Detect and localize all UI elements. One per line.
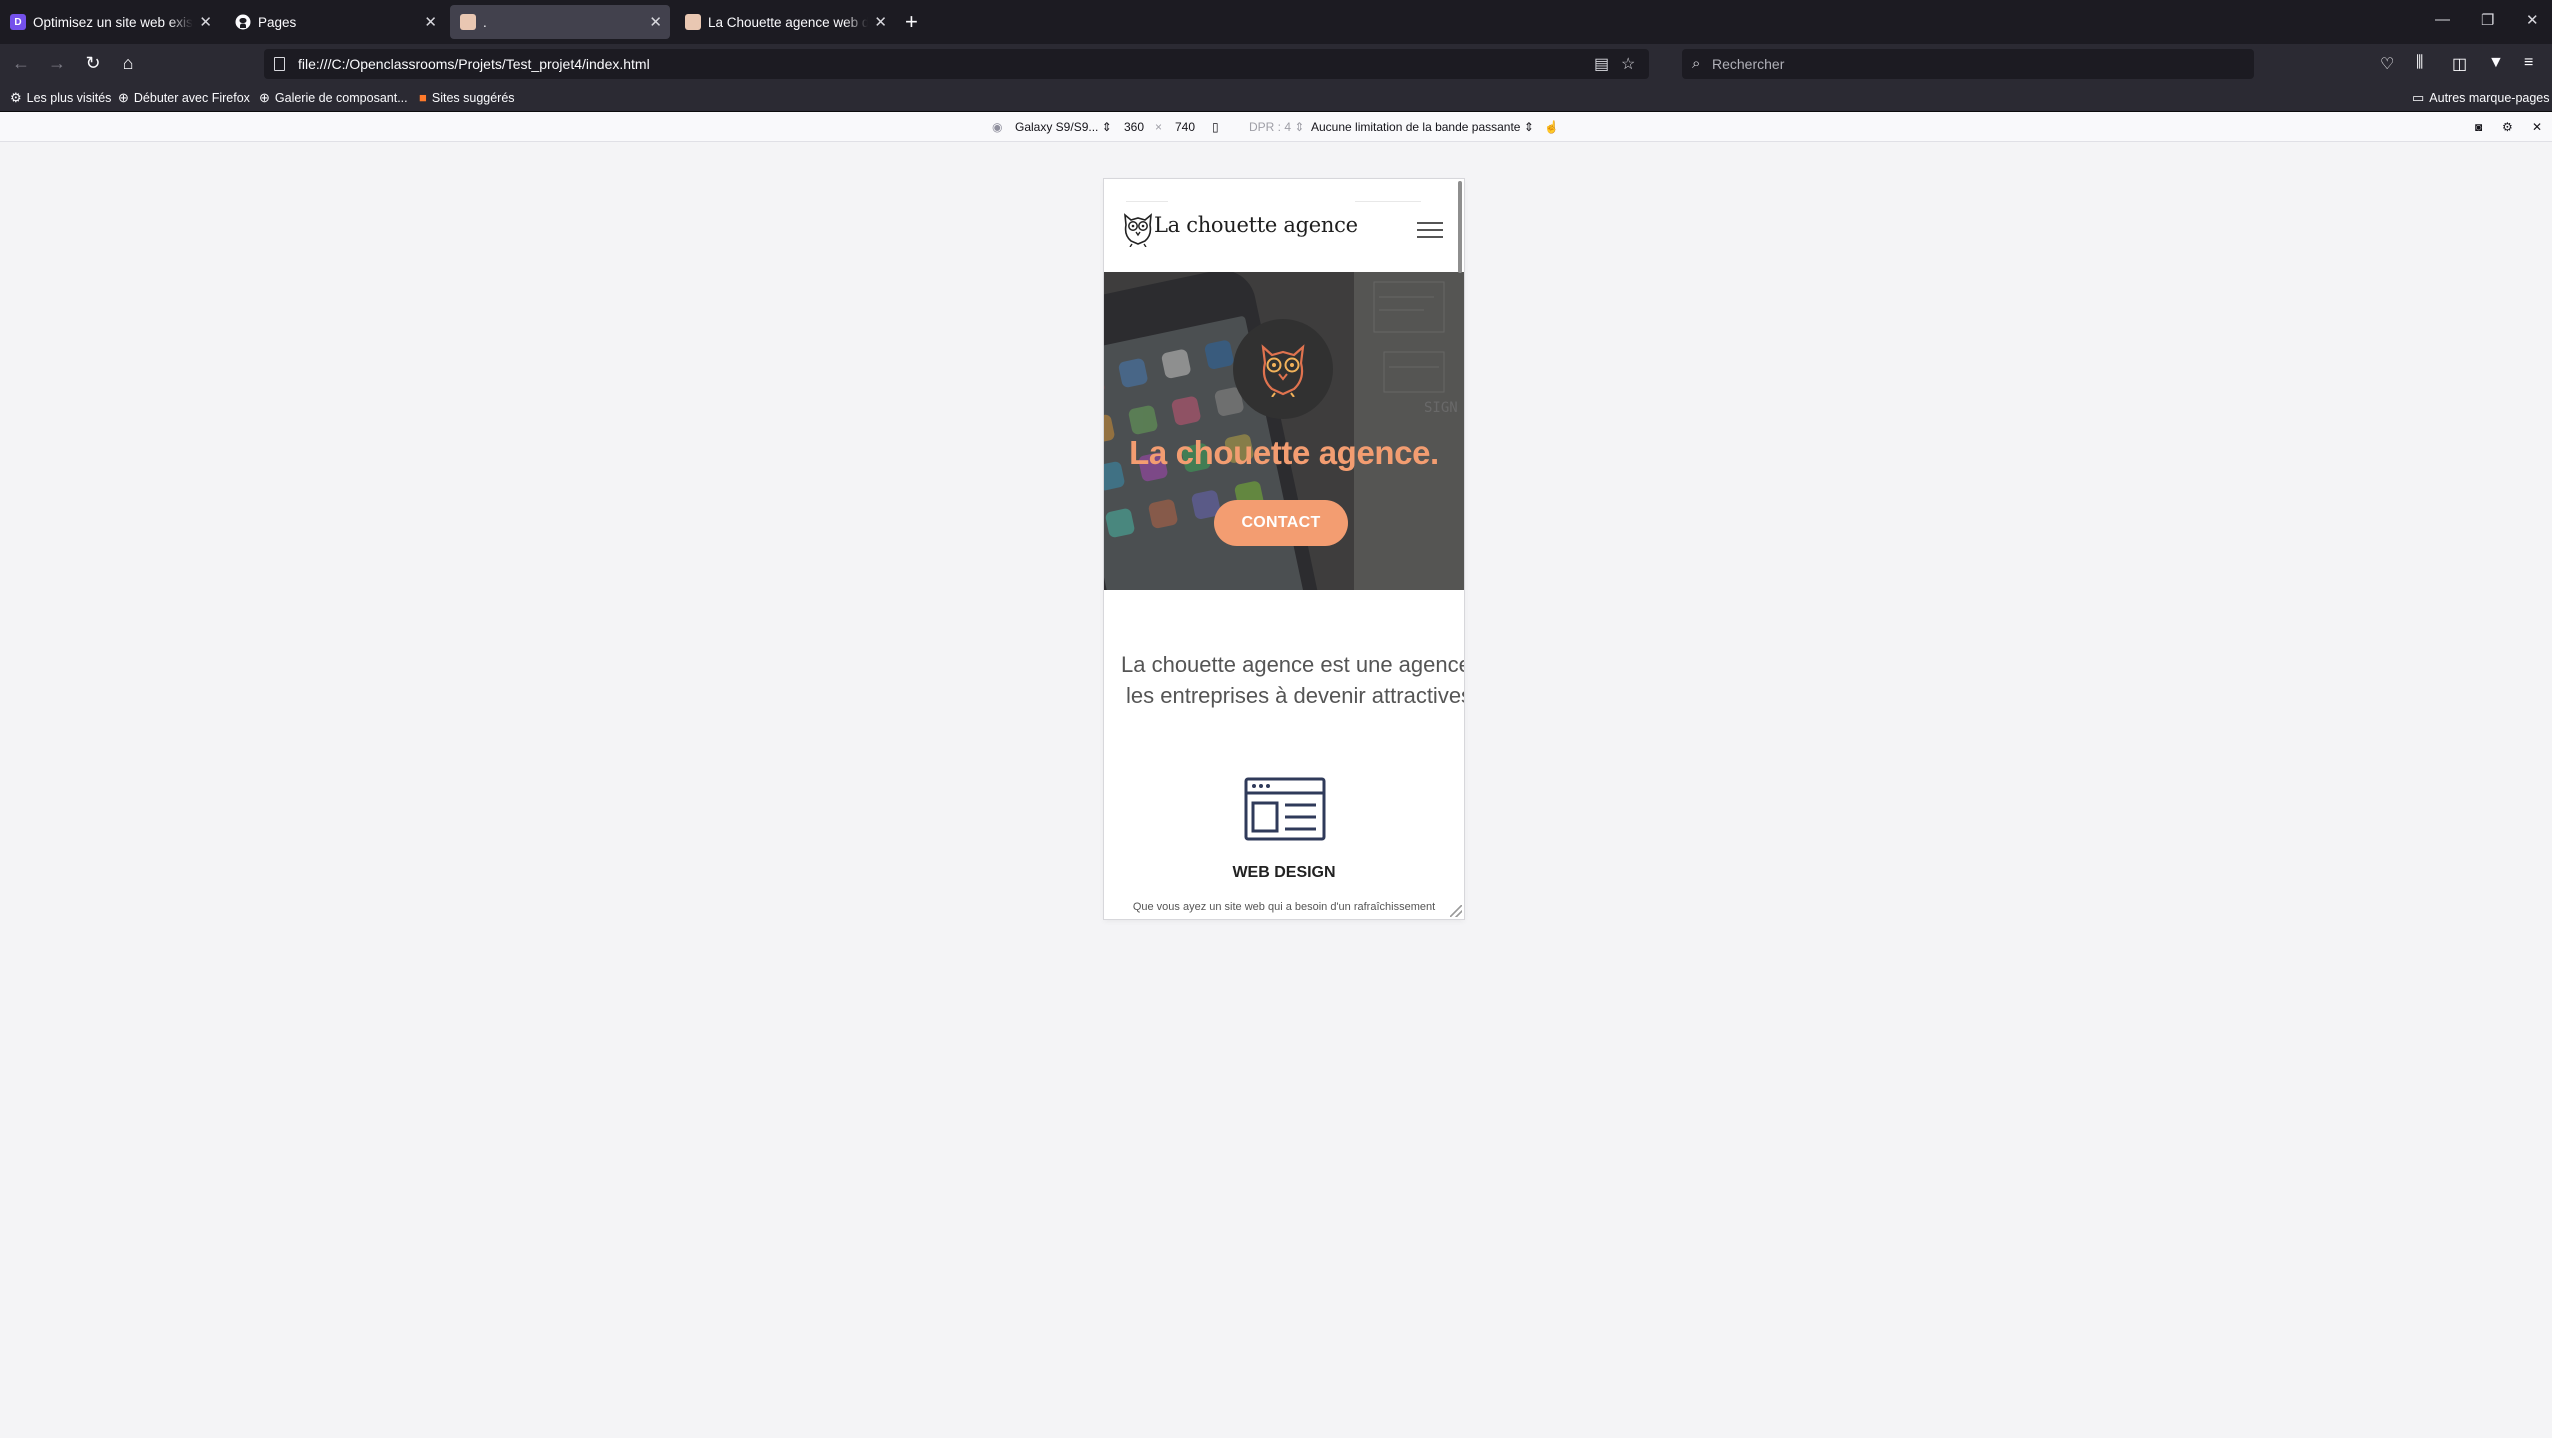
url-text[interactable]: file:///C:/Openclassrooms/Projets/Test_p… bbox=[298, 56, 650, 72]
tab-current-page[interactable]: . ✕ bbox=[450, 5, 670, 39]
restore-icon[interactable]: ❐ bbox=[2481, 11, 2494, 29]
settings-icon[interactable]: ⚙ bbox=[2502, 120, 2513, 134]
device-viewport: La chouette agence SIGN La chouette agen… bbox=[1104, 179, 1464, 919]
reload-icon[interactable]: ↻ bbox=[82, 53, 104, 74]
search-icon: ⌕ bbox=[1692, 55, 1701, 72]
device-selector[interactable]: Galaxy S9/S9... ⇕ bbox=[1015, 120, 1112, 134]
url-bar[interactable]: file:///C:/Openclassrooms/Projets/Test_p… bbox=[264, 49, 1649, 79]
viewport-height-input[interactable]: 740 bbox=[1168, 118, 1202, 136]
bookmark-star-icon[interactable]: ☆ bbox=[1621, 54, 1635, 74]
close-rdm-icon[interactable]: ✕ bbox=[2532, 120, 2542, 134]
device-name: Galaxy S9/S9... bbox=[1015, 120, 1099, 134]
minimize-icon[interactable]: — bbox=[2435, 11, 2450, 28]
web-design-icon bbox=[1244, 777, 1326, 841]
tab-chouette-agence[interactable]: La Chouette agence web design ✕ bbox=[675, 5, 895, 39]
sidebar-icon[interactable]: ◫ bbox=[2452, 54, 2467, 74]
device-icon: ◉ bbox=[992, 120, 1003, 134]
forward-icon[interactable]: → bbox=[46, 53, 68, 74]
dimension-separator: × bbox=[1155, 120, 1163, 134]
owl-logo-icon[interactable] bbox=[1121, 211, 1155, 247]
bookmark-label: Galerie de composant... bbox=[274, 91, 408, 105]
reader-view-icon[interactable]: ▤ bbox=[1594, 54, 1609, 74]
close-tab-icon[interactable]: ✕ bbox=[424, 13, 437, 31]
owl-favicon bbox=[460, 14, 476, 30]
dpr-selector[interactable]: DPR : 4 ⇕ bbox=[1249, 120, 1304, 134]
fire-icon: ■ bbox=[419, 90, 427, 105]
owl-icon bbox=[1261, 344, 1305, 397]
service-title: WEB DESIGN bbox=[1232, 864, 1336, 881]
hero-section: SIGN La chouette agence. CONTACT bbox=[1104, 272, 1464, 590]
rotate-icon[interactable]: ▯ bbox=[1212, 120, 1219, 134]
tab-title: La Chouette agence web design bbox=[708, 14, 868, 30]
tab-strip: D Optimisez un site web existant ✕ Pages… bbox=[0, 0, 2552, 44]
library-icon[interactable]: ⫼ bbox=[2416, 54, 2423, 72]
brand-name[interactable]: La chouette agence bbox=[1154, 213, 1358, 237]
touch-simulation-icon[interactable]: ☝ bbox=[1544, 120, 1559, 134]
bookmark-label: Autres marque-pages bbox=[2429, 91, 2550, 105]
tab-github-pages[interactable]: Pages ✕ bbox=[225, 5, 445, 39]
close-tab-icon[interactable]: ✕ bbox=[874, 13, 887, 31]
header-divider bbox=[1355, 201, 1421, 202]
folder-icon: ▭ bbox=[2412, 90, 2425, 105]
tab-title: . bbox=[483, 14, 487, 30]
bookmark-item[interactable]: ■ Sites suggérés bbox=[419, 90, 515, 105]
contact-button[interactable]: CONTACT bbox=[1214, 500, 1348, 546]
back-icon[interactable]: ← bbox=[10, 53, 32, 74]
github-icon bbox=[235, 14, 251, 30]
bookmarks-toolbar: ⚙ Les plus visités ⊕ Débuter avec Firefox … bbox=[0, 84, 2552, 112]
pocket-icon[interactable]: ♡ bbox=[2380, 54, 2394, 74]
bookmark-item[interactable]: ⊕ Galerie de composant... bbox=[259, 90, 408, 106]
hamburger-menu-icon[interactable] bbox=[1417, 222, 1443, 238]
tab-title: Optimisez un site web existant bbox=[33, 14, 193, 30]
owl-favicon bbox=[685, 14, 701, 30]
bookmark-item[interactable]: ⊕ Débuter avec Firefox bbox=[118, 90, 250, 106]
navigation-toolbar: ← → ↻ ⌂ file:///C:/Openclassrooms/Projet… bbox=[0, 44, 2552, 84]
resize-handle[interactable] bbox=[1450, 905, 1462, 917]
viewport-width-input[interactable]: 360 bbox=[1117, 118, 1151, 136]
site-header: La chouette agence bbox=[1104, 179, 1464, 272]
close-tab-icon[interactable]: ✕ bbox=[199, 13, 212, 31]
globe-icon: ⊕ bbox=[259, 90, 270, 105]
globe-icon: ⊕ bbox=[118, 90, 129, 105]
extension-icon[interactable]: ▼ bbox=[2488, 54, 2504, 72]
other-bookmarks[interactable]: ▭ Autres marque-pages bbox=[2412, 90, 2550, 106]
search-input[interactable] bbox=[1712, 53, 2232, 75]
bookmark-label: Sites suggérés bbox=[431, 90, 515, 105]
scrollbar-thumb[interactable] bbox=[1458, 181, 1462, 273]
menu-icon[interactable]: ≡ bbox=[2524, 54, 2533, 72]
search-bar[interactable]: ⌕ bbox=[1682, 49, 2254, 79]
about-section: La chouette agence est une agence les en… bbox=[1104, 649, 1464, 719]
bookmark-item[interactable]: ⚙ Les plus visités bbox=[10, 90, 111, 106]
bookmark-label: Débuter avec Firefox bbox=[133, 91, 250, 105]
hero-owl-badge bbox=[1233, 319, 1333, 419]
openclassrooms-icon: D bbox=[10, 14, 26, 30]
home-icon[interactable]: ⌂ bbox=[117, 53, 139, 74]
dpr-value: DPR : 4 bbox=[1249, 120, 1292, 134]
tab-title: Pages bbox=[258, 14, 297, 30]
throttling-selector[interactable]: Aucune limitation de la bande passante ⇕ bbox=[1311, 120, 1534, 134]
header-divider bbox=[1126, 201, 1168, 202]
tab-openclassrooms[interactable]: D Optimisez un site web existant ✕ bbox=[0, 5, 220, 39]
service-description: Que vous ayez un site web qui a besoin d… bbox=[1132, 901, 1436, 913]
responsive-toolbar: ◉ Galaxy S9/S9... ⇕ 360 × 740 ▯ DPR : 4 … bbox=[0, 112, 2552, 142]
new-tab-button[interactable]: + bbox=[905, 9, 918, 35]
close-tab-icon[interactable]: ✕ bbox=[649, 13, 662, 31]
hero-title: La chouette agence. bbox=[1129, 434, 1439, 471]
gear-icon: ⚙ bbox=[10, 90, 22, 105]
bookmark-label: Les plus visités bbox=[26, 91, 112, 105]
close-window-icon[interactable]: ✕ bbox=[2526, 11, 2539, 29]
screenshot-icon[interactable]: ◙ bbox=[2475, 120, 2482, 134]
about-text-line: La chouette agence est une agence bbox=[1121, 652, 1464, 677]
about-text-line: les entreprises à devenir attractives bbox=[1126, 683, 1464, 708]
throttling-value: Aucune limitation de la bande passante bbox=[1311, 120, 1521, 134]
page-icon bbox=[274, 57, 285, 71]
